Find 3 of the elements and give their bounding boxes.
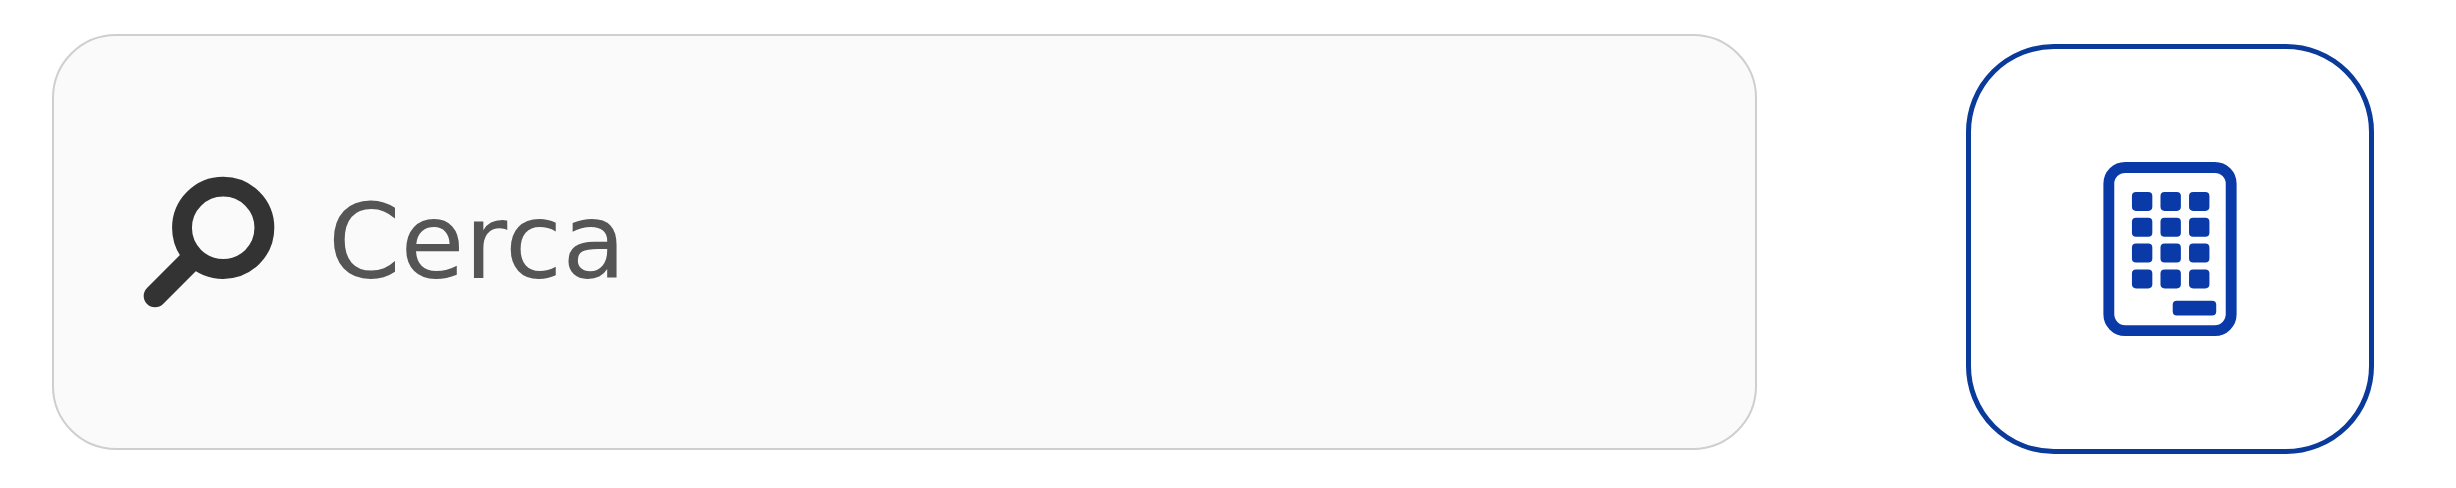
keypad-icon — [2102, 162, 2238, 336]
search-field[interactable]: Cerca — [52, 34, 1757, 450]
keypad-button[interactable] — [1966, 44, 2374, 454]
